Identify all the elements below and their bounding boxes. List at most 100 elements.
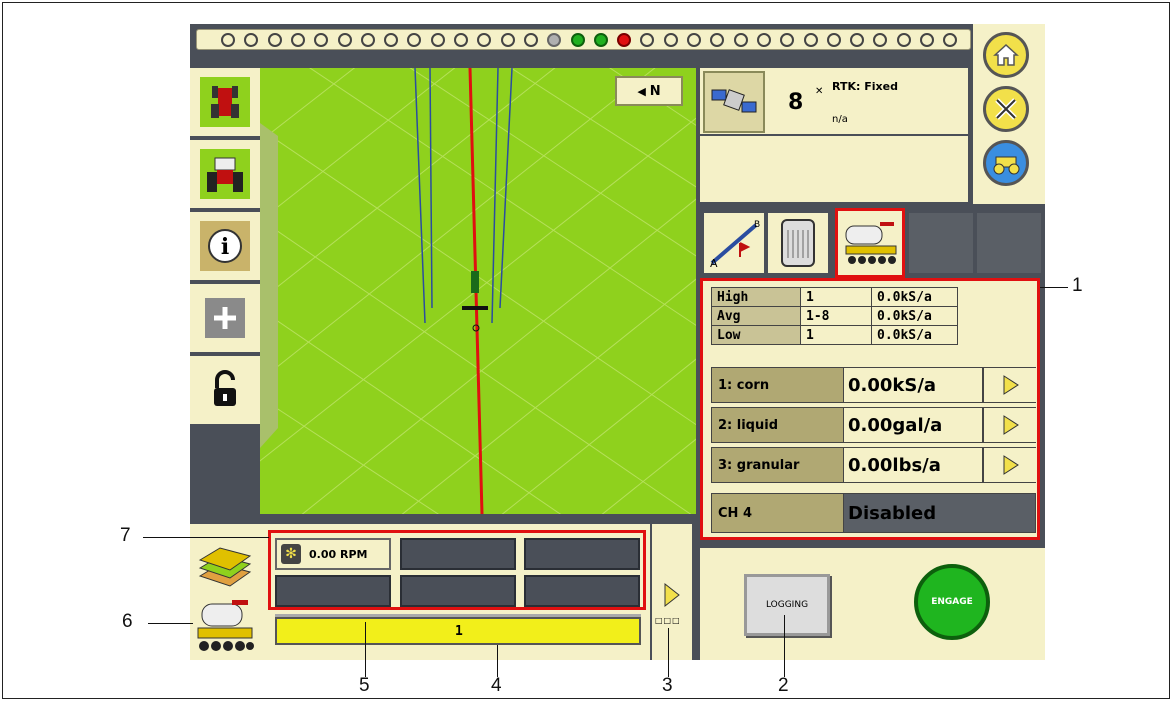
svg-text:B: B	[754, 220, 760, 230]
summary-label: Low	[711, 325, 801, 345]
implement-button[interactable]	[194, 596, 256, 658]
lightbar-led	[547, 33, 562, 47]
vehicle-view-icon[interactable]	[983, 140, 1029, 186]
lightbar-led	[663, 33, 678, 47]
lightbar-led	[221, 33, 235, 47]
planter-icon	[197, 600, 254, 651]
lightbar-led	[407, 33, 422, 47]
page-dots-icon: □□□	[655, 616, 681, 625]
channel-3-arrow-button[interactable]	[982, 448, 1037, 482]
section-label: 1	[455, 624, 463, 639]
lock-button[interactable]	[190, 356, 260, 426]
empty-field[interactable]	[524, 538, 640, 570]
gps-detail: n/a	[832, 114, 848, 125]
summary-value: 0.0kS/a	[871, 287, 958, 307]
lightbar-led	[920, 33, 934, 47]
info-button[interactable]: i	[190, 212, 260, 282]
channel-rate: 0.00kS/a	[843, 368, 980, 402]
lightbar-led	[617, 33, 632, 47]
next-page-button[interactable]	[662, 582, 682, 612]
table-row: High 1 0.0kS/a	[711, 287, 958, 307]
north-indicator[interactable]: ◀ N	[615, 76, 683, 106]
logging-label: LOGGING	[765, 600, 809, 610]
compass-arrow-icon: ◀	[637, 84, 646, 98]
empty-field[interactable]	[400, 538, 516, 570]
overhead-view-button[interactable]	[190, 68, 260, 138]
callout-5: 5	[359, 675, 370, 696]
lightbar-strip	[196, 29, 971, 50]
gps-status-button[interactable]	[703, 71, 765, 133]
lightbar-led	[430, 33, 445, 47]
lightbar-led	[780, 33, 795, 47]
summary-label: High	[711, 287, 801, 307]
controller-icon	[781, 219, 815, 267]
zoom-in-button[interactable]	[190, 284, 260, 354]
channel-status-panel: High 1 0.0kS/a Avg 1-8 0.0kS/a Low 1 0.0kS/a 1…	[700, 278, 1040, 540]
lightbar-led	[896, 33, 911, 47]
engage-button[interactable]: ENGAGE	[914, 564, 990, 640]
callout-3: 3	[662, 675, 673, 696]
tab-planter[interactable]	[835, 208, 905, 278]
planter-icon	[845, 222, 897, 264]
guidance-map[interactable]	[260, 68, 696, 514]
lightbar-led	[943, 33, 958, 47]
lightbar-led	[593, 33, 608, 47]
section-bar: 1	[275, 617, 641, 645]
channel-row-2: 2: liquid 0.00gal/a	[711, 407, 1037, 443]
coverage-layers-button[interactable]	[196, 542, 254, 592]
empty-field[interactable]	[275, 575, 391, 607]
satellite-count: 8	[788, 90, 804, 115]
arrow-right-icon	[664, 582, 680, 608]
tab-device[interactable]	[767, 212, 829, 274]
home-icon[interactable]	[983, 32, 1029, 78]
callout-7: 7	[120, 525, 131, 546]
view-toolbar: i	[190, 68, 260, 514]
satellite-icon	[711, 89, 757, 113]
channel-2-arrow-button[interactable]	[982, 408, 1037, 442]
gps-status-panel: 8 ✕ RTK: Fixed n/a	[700, 68, 968, 202]
lightbar-led	[756, 33, 771, 47]
summary-value: 0.0kS/a	[871, 325, 958, 345]
summary-range: 1	[800, 287, 872, 307]
lightbar-led	[710, 33, 725, 47]
empty-field[interactable]	[400, 575, 516, 607]
rear-view-button[interactable]	[190, 140, 260, 210]
lightbar-led	[873, 33, 888, 47]
summary-range: 1-8	[800, 306, 872, 326]
callout-6: 6	[122, 611, 133, 632]
tractor-top-icon	[200, 77, 250, 127]
map-field	[260, 68, 696, 514]
settings-tools-icon[interactable]	[983, 86, 1029, 132]
channel-rate: Disabled	[843, 494, 1035, 532]
empty-field[interactable]	[524, 575, 640, 607]
rpm-field[interactable]: ✻ 0.00 RPM	[275, 538, 391, 570]
fan-icon: ✻	[281, 544, 301, 564]
bottom-tools	[190, 524, 260, 660]
arrow-right-icon	[1003, 455, 1019, 475]
lightbar-led	[244, 33, 259, 47]
lightbar-led	[360, 33, 375, 47]
control-buttons: LOGGING ENGAGE	[700, 548, 1045, 660]
channel-1-arrow-button[interactable]	[982, 368, 1037, 402]
channel-name: 1: corn	[712, 368, 843, 402]
callout-line	[497, 645, 498, 677]
lightbar-led	[337, 33, 352, 47]
tab-empty-1	[908, 212, 974, 274]
table-row: Avg 1-8 0.0kS/a	[711, 306, 958, 326]
layers-icon	[198, 547, 252, 587]
lightbar-led	[290, 33, 305, 47]
logging-button[interactable]: LOGGING	[744, 574, 830, 636]
lightbar-led	[687, 33, 701, 47]
callout-4: 4	[491, 675, 502, 696]
plus-icon	[205, 298, 245, 338]
channel-row-3: 3: granular 0.00lbs/a	[711, 447, 1037, 483]
lightbar-led	[267, 33, 282, 47]
callout-line	[1040, 287, 1068, 288]
callout-line	[784, 615, 785, 677]
tab-empty-2	[976, 212, 1042, 274]
channel-name: CH 4	[712, 494, 843, 532]
lightbar-led	[803, 33, 818, 47]
tab-guidance[interactable]: AB	[703, 212, 765, 274]
satellite-mini-icon: ✕	[815, 86, 824, 97]
callout-line	[143, 537, 269, 538]
